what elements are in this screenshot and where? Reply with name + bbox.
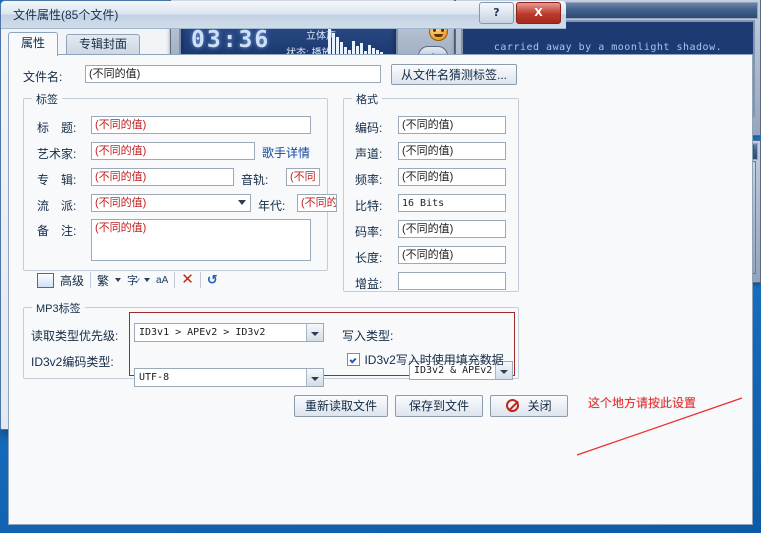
reread-files-button[interactable]: 重新读取文件	[294, 395, 388, 417]
duration-label: 长度:	[355, 251, 383, 265]
chevron-down-icon[interactable]	[306, 324, 323, 341]
padding-checkbox-row[interactable]: ID3v2写入时使用填充数据	[347, 351, 504, 369]
id3v2-encoding-combo[interactable]: UTF-8	[134, 368, 324, 387]
comment-label: 备 注:	[37, 224, 77, 238]
artist-details-link[interactable]: 歌手详情	[262, 144, 310, 161]
chevron-down-icon[interactable]	[306, 369, 323, 386]
title-label: 标 题:	[37, 121, 77, 135]
properties-pane: 文件名: (不同的值) 从文件名猜测标签... 标签 标 题: (不同的值) 艺…	[8, 54, 753, 525]
refresh-icon[interactable]: ↺	[207, 272, 218, 288]
artist-label: 艺术家:	[37, 147, 77, 161]
genre-label: 流 派:	[37, 199, 77, 213]
edit-advanced-icon[interactable]	[37, 272, 54, 288]
dialog-window-buttons[interactable]: ? X	[477, 2, 561, 24]
padding-checkbox-label[interactable]: ID3v2写入时使用填充数据	[364, 353, 503, 367]
clear-icon[interactable]: ✕	[181, 272, 194, 287]
dialog-title: 文件属性(85个文件)	[13, 8, 119, 22]
toolbar-divider	[90, 272, 92, 288]
comment-textarea[interactable]: (不同的值)	[91, 219, 311, 261]
save-to-file-button[interactable]: 保存到文件	[395, 395, 483, 417]
forbidden-icon	[506, 399, 520, 412]
gain-input[interactable]	[398, 272, 506, 290]
advanced-label[interactable]: 高级	[60, 272, 84, 289]
padding-checkbox[interactable]	[347, 353, 360, 366]
album-input[interactable]: (不同的值)	[91, 168, 234, 186]
pinyin-convert-icon[interactable]: 字 ✓	[127, 272, 142, 288]
bitrate-input[interactable]: (不同的值)	[398, 220, 506, 238]
album-label: 专 辑:	[37, 173, 77, 187]
id3v2-encoding-value: UTF-8	[139, 372, 170, 383]
write-type-label: 写入类型:	[342, 329, 394, 343]
traditional-chinese-icon[interactable]: 繁	[97, 272, 109, 289]
file-properties-dialog[interactable]: 文件属性(85个文件) ? X 属性 专辑封面 文件名: (不同的值) 从文件名…	[0, 0, 753, 525]
tag-group-caption: 标签	[32, 91, 62, 107]
tab-strip[interactable]: 属性 专辑封面	[8, 32, 753, 56]
tab-properties[interactable]: 属性	[8, 32, 59, 56]
tag-toolbar[interactable]: 高级 繁 字 ✓ aA ✕ ↺	[37, 269, 313, 291]
year-label: 年代:	[258, 199, 286, 213]
bitrate-label: 码率:	[355, 225, 383, 239]
bits-input[interactable]: 16 Bits	[398, 194, 506, 212]
frequency-label: 频率:	[355, 173, 383, 187]
channel-label: 声道:	[355, 147, 383, 161]
duration-input[interactable]: (不同的值)	[398, 246, 506, 264]
toolbar-divider	[199, 272, 201, 288]
help-button[interactable]: ?	[479, 2, 514, 24]
guess-tag-from-filename-button[interactable]: 从文件名猜测标签...	[391, 64, 517, 85]
format-group-caption: 格式	[352, 91, 382, 107]
chevron-down-icon[interactable]	[238, 200, 246, 205]
track-label: 音轨:	[241, 173, 269, 187]
channel-input[interactable]: (不同的值)	[398, 142, 506, 160]
encoding-input[interactable]: (不同的值)	[398, 116, 506, 134]
gain-label: 增益:	[355, 277, 383, 291]
artist-input[interactable]: (不同的值)	[91, 142, 255, 160]
frequency-input[interactable]: (不同的值)	[398, 168, 506, 186]
encoding-label: 编码:	[355, 121, 383, 135]
title-input[interactable]: (不同的值)	[91, 116, 311, 134]
tab-album-cover[interactable]: 专辑封面	[66, 34, 141, 55]
chevron-down-icon[interactable]	[144, 278, 151, 282]
id3v2-encoding-label: ID3v2编码类型:	[31, 355, 114, 369]
toolbar-divider	[174, 272, 176, 288]
filename-input[interactable]: (不同的值)	[85, 65, 381, 83]
annotation-text: 这个地方请按此设置	[588, 396, 697, 410]
read-priority-combo[interactable]: ID3v1 > APEv2 > ID3v2	[134, 323, 324, 342]
close-dialog-button[interactable]: 关闭	[490, 395, 568, 417]
close-button[interactable]: X	[516, 2, 561, 24]
bits-label: 比特:	[355, 199, 383, 213]
dialog-titlebar[interactable]: 文件属性(85个文件) ? X	[1, 1, 566, 29]
close-dialog-label: 关闭	[527, 399, 552, 413]
track-input[interactable]: (不同	[286, 168, 320, 186]
mp3-group-caption: MP3标签	[32, 300, 85, 316]
chevron-down-icon[interactable]	[115, 278, 122, 282]
case-convert-icon[interactable]: aA	[156, 275, 168, 286]
read-priority-label: 读取类型优先级:	[31, 329, 119, 343]
read-priority-value: ID3v1 > APEv2 > ID3v2	[139, 327, 266, 338]
genre-combo[interactable]: (不同的值)	[91, 194, 251, 212]
filename-label: 文件名:	[23, 70, 63, 84]
year-input[interactable]: (不同的	[297, 194, 337, 212]
